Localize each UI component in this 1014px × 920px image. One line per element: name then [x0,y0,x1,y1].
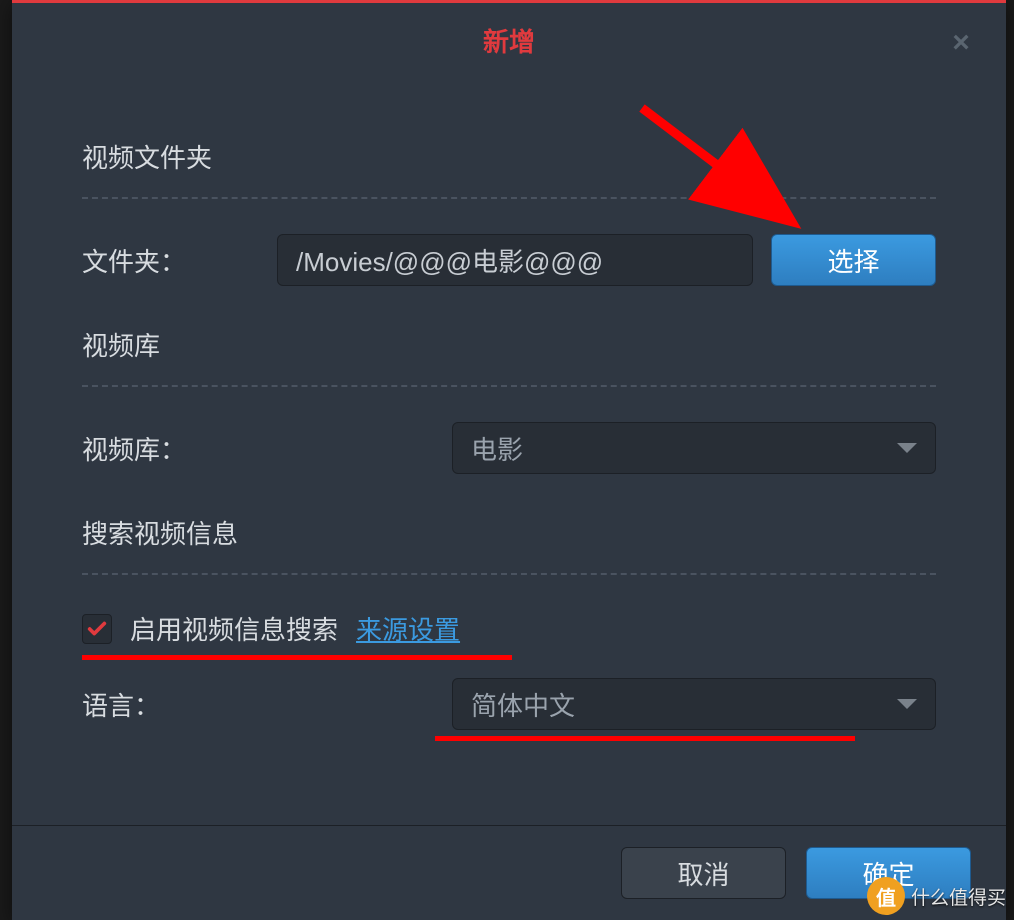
dialog-header: 新增 × [12,3,1006,78]
dialog-body: 视频文件夹 文件夹： 选择 视频库 视频库： 电影 搜索视频信息 启用视频信息搜… [12,78,1006,741]
add-dialog: 新增 × 视频文件夹 文件夹： 选择 视频库 视频库： 电影 搜索视频信息 [12,0,1006,920]
divider [82,573,936,575]
folder-input[interactable] [277,234,753,286]
library-label: 视频库： [82,430,452,467]
chevron-down-icon [897,443,917,453]
enable-search-row: 启用视频信息搜索 来源设置 [82,610,936,647]
library-selected: 电影 [471,430,523,467]
chevron-down-icon [897,699,917,709]
section-search-info: 搜索视频信息 [82,514,936,551]
close-icon[interactable]: × [946,28,976,58]
library-dropdown[interactable]: 电影 [452,422,936,474]
section-video-folder: 视频文件夹 [82,138,936,175]
section-video-library: 视频库 [82,326,936,363]
dialog-title: 新增 [483,22,535,59]
language-dropdown[interactable]: 简体中文 [452,678,936,730]
language-row: 语言： 简体中文 [82,678,936,730]
folder-label: 文件夹： [82,242,277,279]
library-row: 视频库： 电影 [82,422,936,474]
language-label: 语言： [82,686,452,723]
enable-search-checkbox[interactable] [82,614,112,644]
check-icon [86,618,108,640]
cancel-button[interactable]: 取消 [621,847,786,899]
divider [82,385,936,387]
ok-button[interactable]: 确定 [806,847,971,899]
language-selected: 简体中文 [471,686,575,723]
enable-search-label: 启用视频信息搜索 [130,610,338,647]
annotation-underline [82,655,512,660]
annotation-underline [435,736,855,741]
dialog-footer: 取消 确定 [12,825,1006,920]
select-folder-button[interactable]: 选择 [771,234,936,286]
folder-row: 文件夹： 选择 [82,234,936,286]
source-settings-link[interactable]: 来源设置 [356,610,460,647]
divider [82,197,936,199]
